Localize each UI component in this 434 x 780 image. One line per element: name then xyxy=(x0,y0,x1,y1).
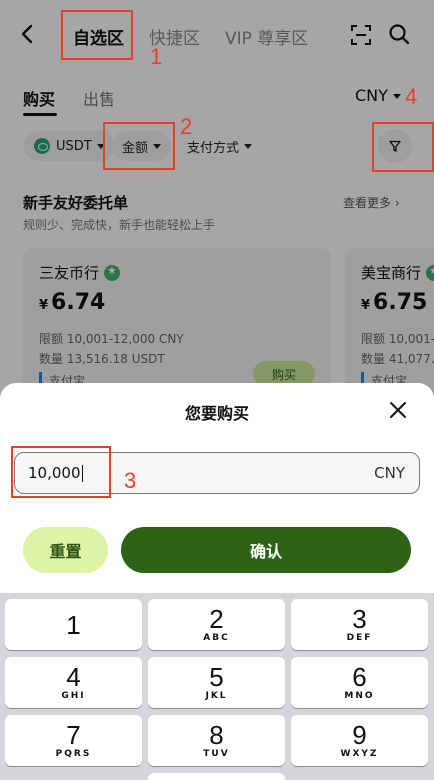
key-5[interactable]: 5 JKL xyxy=(148,657,285,708)
key-digit: 7 xyxy=(66,720,81,750)
reset-button[interactable]: 重置 xyxy=(23,527,108,573)
key-digit: 2 xyxy=(209,604,224,634)
key-7[interactable]: 7 PQRS xyxy=(5,715,142,766)
key-letters: MNO xyxy=(344,691,375,701)
key-1[interactable]: 1 xyxy=(5,599,142,650)
key-letters: GHI xyxy=(61,691,86,701)
confirm-button[interactable]: 确认 xyxy=(121,527,411,573)
purchase-sheet: 您要购买 10,000 CNY 3 重置 确认 xyxy=(0,383,434,593)
key-9[interactable]: 9 WXYZ xyxy=(291,715,428,766)
key-digit: 9 xyxy=(352,720,367,750)
sheet-title: 您要购买 xyxy=(184,404,249,423)
key-3[interactable]: 3 DEF xyxy=(291,599,428,650)
key-letters: WXYZ xyxy=(340,749,379,759)
key-0-partial[interactable] xyxy=(148,773,285,780)
key-digit: 1 xyxy=(66,610,81,640)
key-digit: 5 xyxy=(209,662,224,692)
key-2[interactable]: 2 ABC xyxy=(148,599,285,650)
key-digit: 6 xyxy=(352,662,367,692)
key-letters: PQRS xyxy=(55,749,92,759)
screen: 自选区 快捷区 VIP 尊享区 购买 出售 CNY USDT 金额 支付方式 新… xyxy=(0,0,434,780)
annotation-number: 4 xyxy=(405,84,418,109)
annotation-box xyxy=(103,122,175,170)
key-letters: DEF xyxy=(346,633,373,643)
key-6[interactable]: 6 MNO xyxy=(291,657,428,708)
close-icon[interactable] xyxy=(388,400,408,420)
numeric-keypad: 1 2 ABC 3 DEF 4 GHI 5 JKL 6 MNO 7 PQRS 8 TUV 9W… xyxy=(0,593,434,780)
annotation-box xyxy=(372,122,434,172)
key-4[interactable]: 4 GHI xyxy=(5,657,142,708)
key-digit: 3 xyxy=(352,604,367,634)
annotation-number: 1 xyxy=(150,44,163,69)
annotation-number: 2 xyxy=(180,114,193,139)
annotation-number: 3 xyxy=(124,468,137,493)
key-letters: JKL xyxy=(205,691,228,701)
key-letters: ABC xyxy=(203,633,230,643)
key-letters: TUV xyxy=(203,749,230,759)
annotation-box xyxy=(61,10,133,60)
key-digit: 8 xyxy=(209,720,224,750)
key-digit: 4 xyxy=(66,662,81,692)
annotation-box xyxy=(11,446,111,498)
key-8[interactable]: 8 TUV xyxy=(148,715,285,766)
amount-unit: CNY xyxy=(374,464,405,482)
